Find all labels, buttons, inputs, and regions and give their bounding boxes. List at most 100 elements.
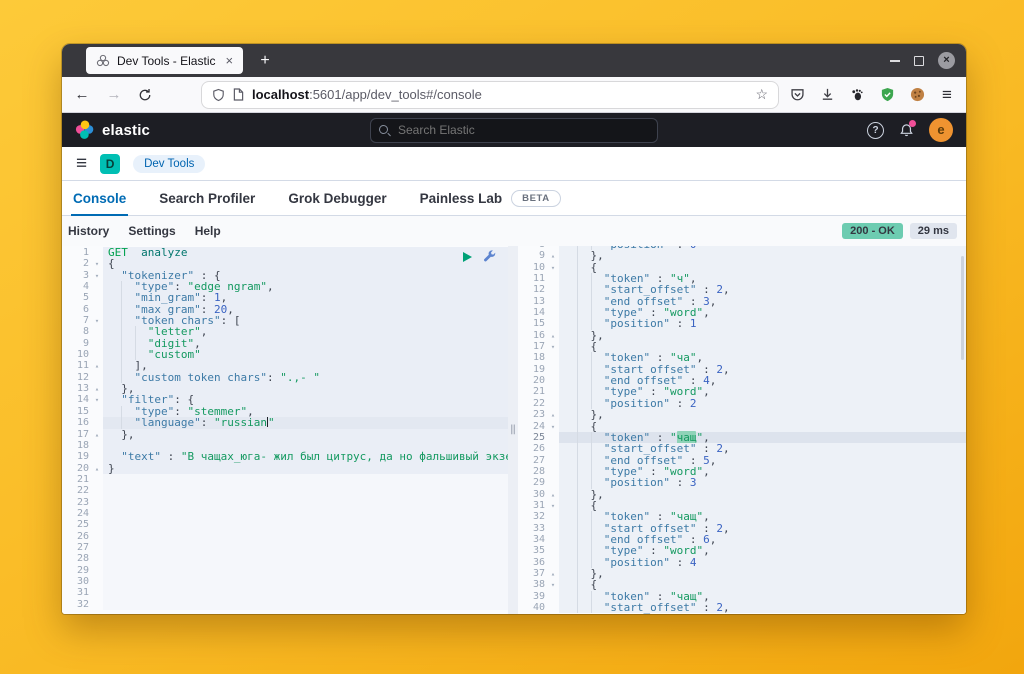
elastic-logo[interactable]: elastic xyxy=(75,120,150,140)
console-menu-help[interactable]: Help xyxy=(195,224,221,238)
code-line-23[interactable]: 23 ▴ }, xyxy=(518,409,966,421)
code-line-32[interactable]: 32 "token" : "чащ", xyxy=(518,511,966,523)
code-line-22[interactable]: 22 xyxy=(62,485,508,497)
code-line-31[interactable]: 31 xyxy=(62,587,508,599)
fold-icon[interactable]: ▾ xyxy=(91,258,103,269)
code-line-29[interactable]: 29 "position" : 3 xyxy=(518,477,966,489)
code-line-17[interactable]: 17 ▴ }, xyxy=(62,428,508,440)
response-scrollbar[interactable] xyxy=(961,256,964,360)
url-bar[interactable]: localhost:5601/app/dev_tools#/console ☆ xyxy=(202,81,778,108)
code-line-24[interactable]: 24 xyxy=(62,507,508,520)
send-request-icon[interactable] xyxy=(463,251,472,262)
line-number: 26 xyxy=(532,443,545,455)
code-line-21[interactable]: 21 xyxy=(62,473,508,486)
fold-icon[interactable]: ▴ xyxy=(547,250,559,261)
code-line-35[interactable]: 35 "type" : "word", xyxy=(518,545,966,557)
fold-icon[interactable]: ▾ xyxy=(91,270,103,281)
pocket-icon[interactable] xyxy=(788,86,806,104)
privacy-shield-icon[interactable] xyxy=(878,86,896,104)
code-line-9[interactable]: 9 ▴ }, xyxy=(518,250,966,262)
help-icon[interactable]: ? xyxy=(867,121,884,139)
tab-search-profiler[interactable]: Search Profiler xyxy=(157,181,257,215)
code-line-40[interactable]: 40 "start_offset" : 2, xyxy=(518,602,966,613)
window-minimize-button[interactable] xyxy=(890,59,900,62)
fold-icon[interactable]: ▴ xyxy=(91,429,103,440)
breadcrumb[interactable]: Dev Tools xyxy=(133,154,206,173)
browser-tab[interactable]: Dev Tools - Elastic × xyxy=(86,47,244,74)
code-line-1[interactable]: 1 GET _analyze xyxy=(62,247,508,259)
bookmark-star-icon[interactable]: ☆ xyxy=(755,86,768,103)
fold-icon[interactable]: ▾ xyxy=(547,421,559,432)
fold-icon[interactable]: ▴ xyxy=(91,463,103,474)
code-line-19[interactable]: 19 "text" : "В чащах_юга- жил был цитрус… xyxy=(62,451,508,463)
fold-icon[interactable]: ▾ xyxy=(91,315,103,326)
console-toolbar: History Settings Help 200 - OK 29 ms xyxy=(62,216,966,246)
wrench-icon[interactable] xyxy=(483,250,496,263)
fold-icon[interactable]: ▴ xyxy=(91,360,103,371)
fold-icon[interactable]: ▴ xyxy=(547,568,559,579)
code-line-32[interactable]: 32 xyxy=(62,598,508,610)
fold-icon[interactable]: ▴ xyxy=(91,383,103,394)
page-info-icon[interactable] xyxy=(233,88,244,101)
code-line-30[interactable]: 30 xyxy=(62,575,508,588)
window-close-button[interactable]: × xyxy=(938,52,955,69)
code-line-38[interactable]: 38 ▾ { xyxy=(518,579,966,591)
fold-icon[interactable]: ▴ xyxy=(547,489,559,500)
line-number: 22 xyxy=(532,397,545,409)
browser-menu-icon[interactable]: ≡ xyxy=(938,85,956,104)
forward-button[interactable]: → xyxy=(106,86,122,103)
code-text: "position" : 1 xyxy=(559,318,966,330)
tab-painless-lab[interactable]: Painless Lab BETA xyxy=(418,181,563,215)
global-search[interactable] xyxy=(370,117,686,143)
fold-icon[interactable]: ▴ xyxy=(547,330,559,341)
window-maximize-button[interactable] xyxy=(914,55,924,66)
reload-button[interactable] xyxy=(138,88,154,102)
code-line-29[interactable]: 29 xyxy=(62,564,508,576)
code-text xyxy=(103,473,508,486)
response-editor[interactable]: 8 "position" : 09▴ },10▾ {11 "token" : "… xyxy=(518,246,966,614)
line-number: 29 xyxy=(76,564,89,576)
panel-resizer[interactable]: ‖ xyxy=(508,246,518,614)
console-menu-history[interactable]: History xyxy=(68,224,109,238)
tab-grok-debugger[interactable]: Grok Debugger xyxy=(286,181,388,215)
space-avatar[interactable]: D xyxy=(100,153,121,174)
search-input[interactable] xyxy=(371,118,686,142)
code-line-25[interactable]: 25 xyxy=(62,519,508,531)
back-button[interactable]: ← xyxy=(74,86,90,103)
line-number: 25 xyxy=(532,431,545,443)
fold-icon[interactable]: ▴ xyxy=(547,409,559,420)
fold-icon[interactable]: ▾ xyxy=(91,394,103,405)
gnome-extension-icon[interactable] xyxy=(848,86,866,104)
fold-icon[interactable]: ▾ xyxy=(547,262,559,273)
toolbar-extensions: ≡ xyxy=(788,85,956,104)
console-menu: History Settings Help xyxy=(67,224,221,238)
line-number: 29 xyxy=(532,477,545,489)
fold-icon[interactable]: ▾ xyxy=(547,341,559,352)
cookie-extension-icon[interactable] xyxy=(908,86,926,104)
notifications-bell[interactable] xyxy=(899,119,916,138)
code-line-16[interactable]: 16 "language": "russian" xyxy=(62,417,508,429)
code-line-27[interactable]: 27 xyxy=(62,541,508,554)
code-text xyxy=(103,530,508,542)
tab-close-icon[interactable]: × xyxy=(222,53,233,68)
fold-icon[interactable]: ▾ xyxy=(547,579,559,590)
code-line-28[interactable]: 28 xyxy=(62,553,508,565)
code-line-23[interactable]: 23 xyxy=(62,496,508,508)
code-line-26[interactable]: 26 xyxy=(62,530,508,542)
fold-icon[interactable]: ▾ xyxy=(547,500,559,511)
downloads-icon[interactable] xyxy=(818,86,836,104)
line-number: 22 xyxy=(76,485,89,497)
code-line-26[interactable]: 26 "start_offset" : 2, xyxy=(518,443,966,455)
user-avatar[interactable]: e xyxy=(929,118,953,142)
tracking-shield-icon[interactable] xyxy=(212,88,225,102)
code-line-20[interactable]: 20 ▴} xyxy=(62,462,508,474)
console-menu-settings[interactable]: Settings xyxy=(128,224,175,238)
kibana-menu-icon[interactable]: ≡ xyxy=(76,154,87,173)
request-editor[interactable]: 1 GET _analyze 2 ▾{3 ▾ "tokenizer" : {4 "typ… xyxy=(62,246,508,614)
new-tab-button[interactable]: + xyxy=(254,52,276,70)
tab-console[interactable]: Console xyxy=(71,181,129,216)
